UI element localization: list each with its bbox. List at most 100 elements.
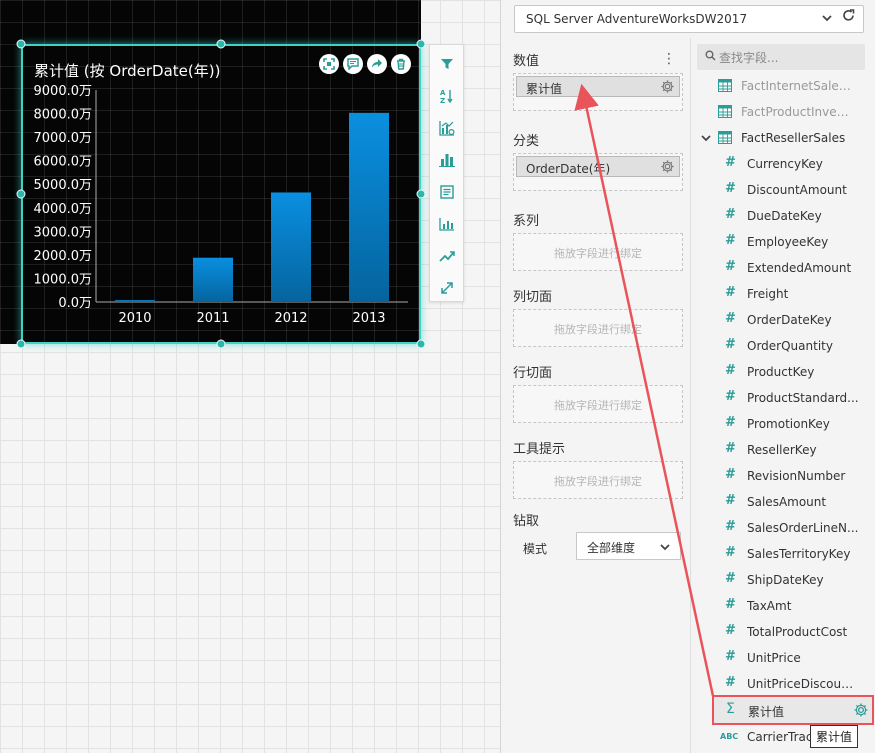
tree-table-node[interactable]: FactProductInvent... bbox=[697, 99, 875, 125]
values-field-pill[interactable]: 累计值 bbox=[516, 76, 680, 97]
field-name: SalesTerritoryKey bbox=[747, 547, 851, 561]
field-name: SalesAmount bbox=[747, 495, 827, 509]
drill-mode-label: 模式 bbox=[523, 542, 548, 556]
field-item[interactable]: # RevisionNumber bbox=[697, 463, 875, 489]
field-item[interactable]: # SalesOrderLineN... bbox=[697, 515, 875, 541]
row-slice-drop-zone[interactable]: 拖放字段进行绑定 bbox=[513, 385, 683, 423]
filter-icon[interactable] bbox=[437, 53, 457, 74]
numeric-field-icon: # bbox=[725, 493, 736, 508]
drill-mode-value: 全部维度 bbox=[587, 541, 636, 555]
chart-type-icon[interactable] bbox=[437, 213, 457, 234]
field-name: OrderDateKey bbox=[747, 313, 832, 327]
comment-icon[interactable] bbox=[343, 54, 363, 74]
field-item[interactable]: # ProductStandard... bbox=[697, 385, 875, 411]
field-item[interactable]: # ResellerKey bbox=[697, 437, 875, 463]
field-name: ProductStandard... bbox=[747, 391, 859, 405]
calc-field-item[interactable]: Σ 累计值 bbox=[712, 695, 874, 725]
field-name: ShipDateKey bbox=[747, 573, 824, 587]
field-name: UnitPrice bbox=[747, 651, 801, 665]
field-search-placeholder: 查找字段... bbox=[719, 51, 779, 65]
field-item[interactable]: # OrderQuantity bbox=[697, 333, 875, 359]
field-name: CurrencyKey bbox=[747, 157, 823, 171]
field-name: TotalProductCost bbox=[747, 625, 848, 639]
chevron-down-icon bbox=[821, 12, 833, 27]
numeric-field-icon: # bbox=[725, 285, 736, 300]
category-drop-zone[interactable]: OrderDate(年) bbox=[513, 153, 683, 191]
chevron-down-icon[interactable] bbox=[701, 132, 711, 146]
sort-icon[interactable]: AZ bbox=[437, 85, 457, 106]
trend-icon[interactable] bbox=[437, 245, 457, 266]
gear-icon[interactable] bbox=[660, 79, 675, 97]
field-item[interactable]: # CurrencyKey bbox=[697, 151, 875, 177]
field-item[interactable]: # UnitPrice bbox=[697, 645, 875, 671]
tree-table-node[interactable]: FactInternetSales... bbox=[697, 73, 875, 99]
field-item[interactable]: # ExtendedAmount bbox=[697, 255, 875, 281]
resize-handle-left[interactable] bbox=[16, 189, 26, 199]
resize-handle-right[interactable] bbox=[416, 189, 426, 199]
field-item[interactable]: # DiscountAmount bbox=[697, 177, 875, 203]
field-item[interactable]: # OrderDateKey bbox=[697, 307, 875, 333]
widget-actions bbox=[319, 54, 411, 74]
values-drop-zone[interactable]: 累计值 bbox=[513, 73, 683, 111]
numeric-field-icon: # bbox=[725, 597, 736, 612]
numeric-field-icon: # bbox=[725, 571, 736, 586]
table-icon bbox=[718, 105, 732, 121]
values-section-title: 数值 bbox=[513, 54, 540, 69]
field-name: UnitPriceDiscoun... bbox=[747, 677, 859, 691]
selection-frame[interactable] bbox=[21, 44, 421, 344]
delete-icon[interactable] bbox=[391, 54, 411, 74]
drop-placeholder: 拖放字段进行绑定 bbox=[554, 399, 642, 412]
svg-text:A: A bbox=[440, 89, 446, 97]
resize-handle-top-right[interactable] bbox=[416, 39, 426, 49]
drop-placeholder: 拖放字段进行绑定 bbox=[554, 323, 642, 336]
resize-handle-top[interactable] bbox=[216, 39, 226, 49]
field-item[interactable]: # PromotionKey bbox=[697, 411, 875, 437]
field-item[interactable]: # TotalProductCost bbox=[697, 619, 875, 645]
refresh-icon[interactable] bbox=[842, 9, 855, 25]
resize-handle-bottom-left[interactable] bbox=[16, 339, 26, 349]
field-item[interactable]: # SalesAmount bbox=[697, 489, 875, 515]
field-item[interactable]: # ShipDateKey bbox=[697, 567, 875, 593]
field-name: ResellerKey bbox=[747, 443, 817, 457]
tree-table-node-expanded[interactable]: FactResellerSales bbox=[697, 125, 875, 151]
resize-icon[interactable] bbox=[437, 277, 457, 298]
numeric-field-icon: # bbox=[725, 155, 736, 170]
column-slice-drop-zone[interactable]: 拖放字段进行绑定 bbox=[513, 309, 683, 347]
more-options-icon[interactable]: ⋮ bbox=[662, 51, 676, 67]
resize-handle-top-left[interactable] bbox=[16, 39, 26, 49]
datasource-select[interactable]: SQL Server AdventureWorksDW2017 bbox=[514, 5, 864, 33]
numeric-field-icon: # bbox=[725, 415, 736, 430]
analysis-icon[interactable] bbox=[437, 117, 457, 138]
field-item[interactable]: # SalesTerritoryKey bbox=[697, 541, 875, 567]
numeric-field-icon: # bbox=[725, 311, 736, 326]
field-search-input[interactable]: 查找字段... bbox=[697, 44, 865, 70]
field-item[interactable]: # TaxAmt bbox=[697, 593, 875, 619]
numeric-field-icon: # bbox=[725, 675, 736, 690]
field-name: SalesOrderLineN... bbox=[747, 521, 859, 535]
gear-icon[interactable] bbox=[853, 702, 869, 721]
svg-text:Z: Z bbox=[440, 97, 445, 104]
field-name: CarrierTrac bbox=[747, 730, 813, 744]
form-icon[interactable] bbox=[437, 181, 457, 202]
resize-handle-bottom-right[interactable] bbox=[416, 339, 426, 349]
field-item[interactable]: # DueDateKey bbox=[697, 203, 875, 229]
numeric-field-icon: # bbox=[725, 233, 736, 248]
field-name: EmployeeKey bbox=[747, 235, 829, 249]
calc-field-label: 累计值 bbox=[748, 705, 785, 719]
resize-handle-bottom[interactable] bbox=[216, 339, 226, 349]
field-item[interactable]: # Freight bbox=[697, 281, 875, 307]
series-section-title: 系列 bbox=[513, 214, 540, 229]
numeric-field-icon: # bbox=[725, 389, 736, 404]
series-drop-zone[interactable]: 拖放字段进行绑定 bbox=[513, 233, 683, 271]
field-item[interactable]: # EmployeeKey bbox=[697, 229, 875, 255]
category-field-pill[interactable]: OrderDate(年) bbox=[516, 156, 680, 177]
field-item[interactable]: # UnitPriceDiscoun... bbox=[697, 671, 875, 697]
table-icon bbox=[718, 131, 732, 147]
tooltip-drop-zone[interactable]: 拖放字段进行绑定 bbox=[513, 461, 683, 499]
gear-icon[interactable] bbox=[660, 159, 675, 177]
bar-chart-icon[interactable] bbox=[437, 149, 457, 170]
share-icon[interactable] bbox=[367, 54, 387, 74]
expand-icon[interactable] bbox=[319, 54, 339, 74]
drill-mode-select[interactable]: 全部维度 bbox=[576, 532, 681, 560]
field-item[interactable]: # ProductKey bbox=[697, 359, 875, 385]
